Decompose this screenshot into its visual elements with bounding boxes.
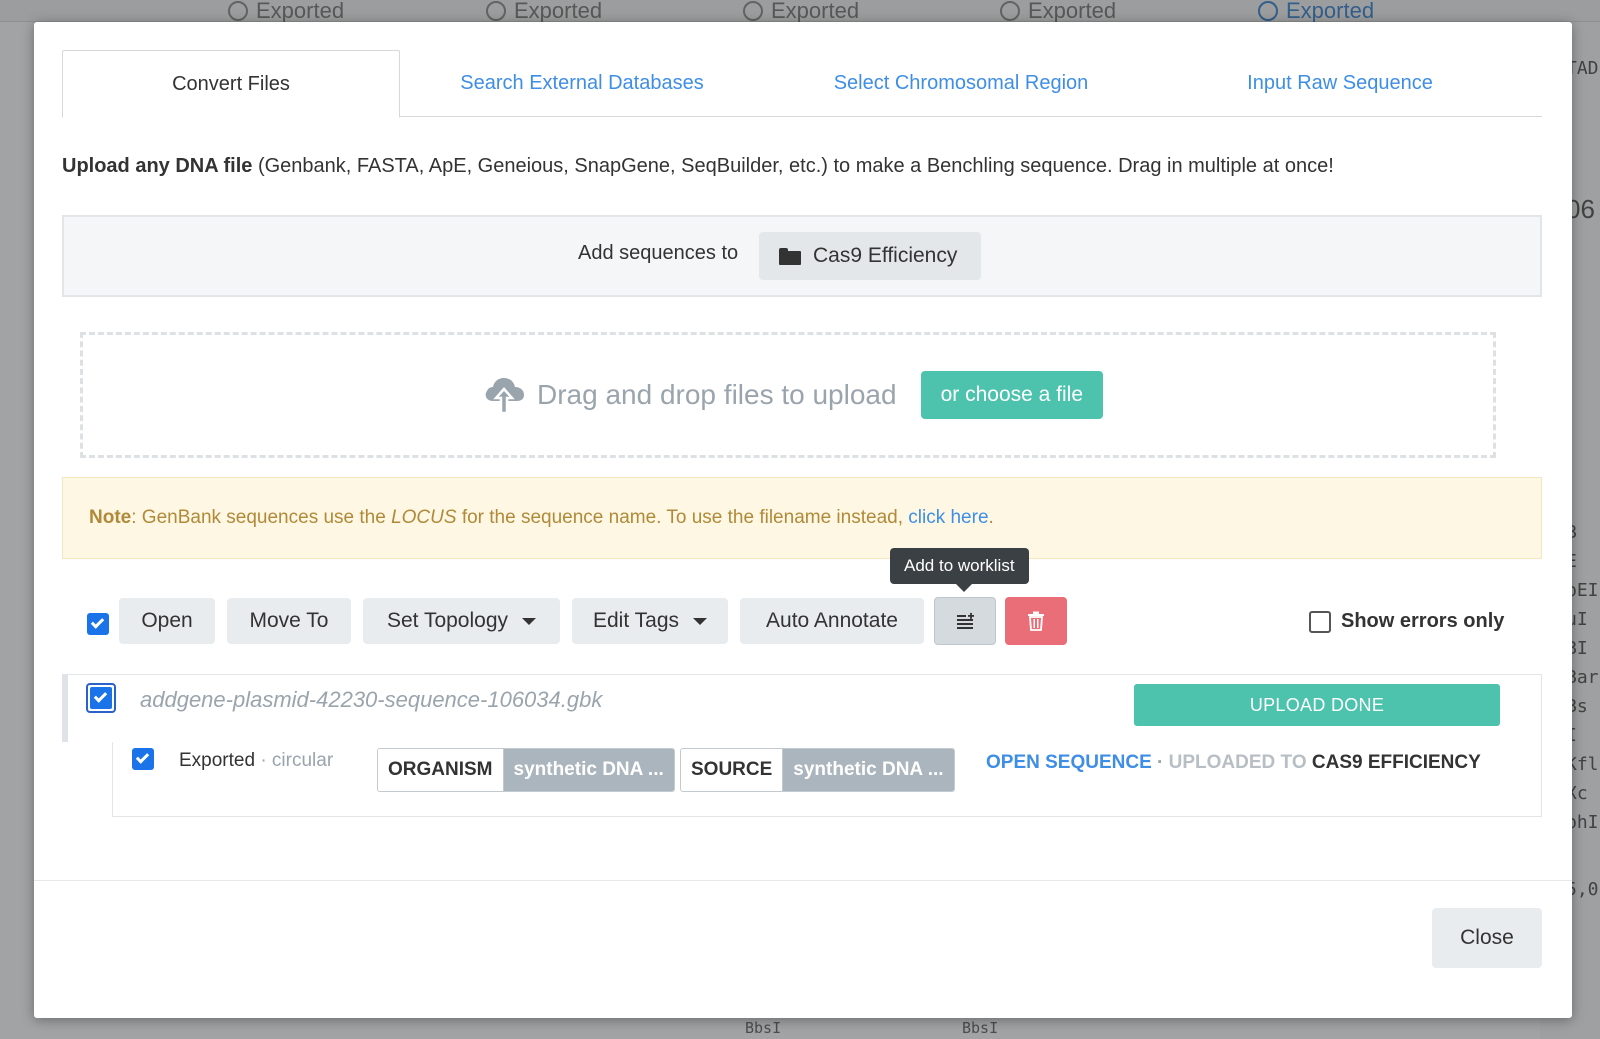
dropzone-text: Drag and drop files to upload [537,379,897,410]
tab-select-chromosomal-region[interactable]: Select Chromosomal Region [764,50,1158,117]
show-errors-checkbox[interactable] [1309,610,1331,633]
trash-icon [1028,611,1044,631]
sequence-links: OPEN SEQUENCE · UPLOADED TO CAS9 EFFICIE… [986,752,1481,773]
check-icon [93,689,108,703]
move-to-button[interactable]: Move To [227,598,351,644]
auto-annotate-button[interactable]: Auto Annotate [740,598,924,644]
open-button[interactable]: Open [119,598,215,644]
import-sequences-modal: Convert Files Search External Databases … [34,22,1572,1018]
close-button[interactable]: Close [1432,908,1542,968]
open-sequence-link[interactable]: OPEN SEQUENCE [986,752,1152,773]
add-to-worklist-button[interactable] [934,597,996,645]
show-errors-only-toggle[interactable]: Show errors only [1309,610,1504,633]
tab-input-raw-sequence[interactable]: Input Raw Sequence [1158,50,1522,117]
sequence-name: Exported · circular [179,750,334,771]
cloud-upload-icon [485,378,524,415]
choose-file-button[interactable]: or choose a file [920,371,1103,419]
uploaded-destination: CAS9 EFFICIENCY [1311,752,1481,773]
file-dropzone[interactable]: Drag and drop files to upload or choose … [80,332,1496,458]
sequence-row: Exported · circular ORGANISM synthetic D… [112,742,1542,817]
set-topology-dropdown[interactable]: Set Topology [363,598,560,644]
intro-text: Upload any DNA file (Genbank, FASTA, ApE… [62,155,1334,177]
tab-search-external-databases[interactable]: Search External Databases [400,50,764,117]
destination-label: Add sequences to [578,242,739,264]
delete-button[interactable] [1005,597,1067,645]
use-filename-link[interactable]: click here [908,507,988,528]
sequence-checkbox[interactable] [132,748,154,770]
file-name: addgene-plasmid-42230-sequence-106034.gb… [140,687,603,712]
tab-bar: Convert Files Search External Databases … [62,50,1542,118]
tab-convert-files[interactable]: Convert Files [62,50,400,118]
add-to-worklist-tooltip: Add to worklist [890,548,1029,592]
genbank-note: Note: GenBank sequences use the LOCUS fo… [62,477,1542,559]
tag-source[interactable]: SOURCE synthetic DNA ... [680,748,955,792]
file-checkbox[interactable] [86,683,116,713]
edit-tags-dropdown[interactable]: Edit Tags [572,598,728,644]
destination-folder-button[interactable]: Cas9 Efficiency [759,232,981,280]
tag-organism[interactable]: ORGANISM synthetic DNA ... [377,748,675,792]
add-to-list-icon [957,612,974,629]
destination-panel: Add sequences to Cas9 Efficiency [62,215,1542,297]
footer-divider [34,880,1572,881]
file-row: addgene-plasmid-42230-sequence-106034.gb… [62,674,1542,742]
folder-icon [779,247,801,265]
caret-down-icon [693,617,707,625]
upload-status-bar: UPLOAD DONE [1134,684,1500,726]
check-icon [90,615,105,629]
dropzone-content: Drag and drop files to upload or choose … [483,371,1103,419]
sequence-topology: · circular [255,750,334,771]
caret-down-icon [522,617,537,625]
check-icon [135,750,150,764]
select-all-checkbox[interactable] [87,613,109,635]
